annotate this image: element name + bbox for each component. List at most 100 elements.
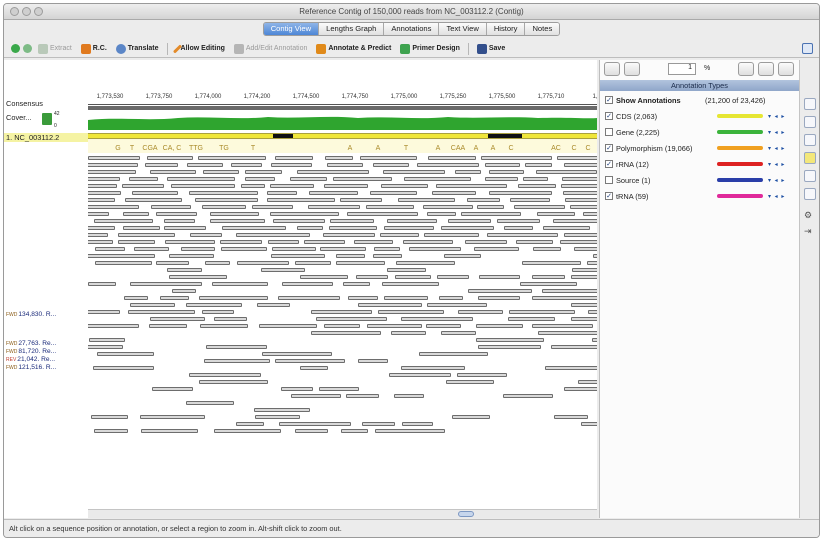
aligned-read[interactable] (485, 177, 518, 181)
aligned-read[interactable] (394, 275, 431, 279)
aligned-read[interactable] (591, 338, 597, 342)
aligned-read[interactable] (478, 275, 520, 279)
aligned-read[interactable] (270, 212, 339, 216)
aligned-read[interactable] (149, 170, 197, 174)
aligned-read[interactable] (261, 268, 305, 272)
aligned-read[interactable] (164, 240, 216, 244)
annotation-label[interactable]: TTG (189, 145, 203, 152)
annotation-nav-arrows-icon[interactable]: ▾ ◂ ▸ (768, 145, 785, 152)
aligned-read[interactable] (211, 282, 268, 286)
read-label[interactable]: FWD27,763. Re... (6, 340, 56, 347)
aligned-read[interactable] (374, 247, 400, 251)
aligned-read[interactable] (419, 352, 488, 356)
aligned-read[interactable] (187, 163, 223, 167)
aligned-read[interactable] (564, 233, 597, 237)
aligned-read[interactable] (88, 191, 121, 195)
horizontal-scrollbar[interactable] (88, 509, 597, 518)
aligned-read[interactable] (381, 282, 439, 286)
aligned-read[interactable] (236, 261, 290, 265)
allow-editing-button[interactable]: Allow Editing (172, 43, 228, 54)
aligned-read[interactable] (572, 268, 597, 272)
aligned-read[interactable] (319, 247, 367, 251)
annotation-color-swatch[interactable] (717, 130, 763, 134)
aligned-read[interactable] (455, 170, 481, 174)
aligned-read[interactable] (518, 184, 556, 188)
aligned-read[interactable] (570, 205, 597, 209)
annotation-nav-arrows-icon[interactable]: ▾ ◂ ▸ (768, 161, 785, 168)
aligned-read[interactable] (156, 212, 198, 216)
aligned-read[interactable] (130, 282, 202, 286)
aligned-read[interactable] (386, 219, 437, 223)
annotation-label[interactable]: AC (551, 145, 561, 152)
aligned-read[interactable] (532, 324, 593, 328)
forward-arrow-icon[interactable] (23, 44, 32, 53)
aligned-read[interactable] (132, 191, 179, 195)
aligned-read[interactable] (345, 394, 379, 398)
aligned-read[interactable] (330, 219, 374, 223)
settings-gear-icon[interactable]: ⚙ (804, 210, 816, 222)
aligned-read[interactable] (205, 345, 268, 349)
aligned-read[interactable] (159, 296, 190, 300)
aligned-read[interactable] (559, 240, 597, 244)
aligned-read[interactable] (464, 240, 507, 244)
aligned-read[interactable] (379, 233, 420, 237)
annotation-label[interactable]: T (130, 145, 134, 152)
aligned-read[interactable] (423, 205, 473, 209)
aligned-read[interactable] (323, 184, 369, 188)
aligned-read[interactable] (362, 422, 396, 426)
aligned-read[interactable] (522, 177, 548, 181)
aligned-read[interactable] (300, 275, 348, 279)
annotation-type-row[interactable]: ✓ tRNA (59) ▾ ◂ ▸ (605, 190, 795, 202)
aligned-read[interactable] (513, 205, 566, 209)
aligned-read[interactable] (557, 156, 597, 160)
aligned-read[interactable] (149, 317, 205, 321)
aligned-read[interactable] (311, 331, 381, 335)
annotation-label[interactable]: G (115, 145, 120, 152)
aligned-read[interactable] (341, 429, 369, 433)
aligned-read[interactable] (221, 226, 287, 230)
aligned-read[interactable] (197, 156, 266, 160)
annotation-type-row[interactable]: ✓ rRNA (12) ▾ ◂ ▸ (605, 158, 795, 170)
aligned-read[interactable] (563, 387, 597, 391)
aligned-read[interactable] (532, 247, 561, 251)
aligned-read[interactable] (570, 303, 597, 307)
aligned-read[interactable] (537, 331, 597, 335)
aligned-read[interactable] (535, 170, 597, 174)
aligned-read[interactable] (140, 415, 206, 419)
translate-button[interactable]: Translate (113, 43, 162, 54)
annotation-type-row[interactable]: Source (1) ▾ ◂ ▸ (605, 174, 795, 186)
tab-lengths-graph[interactable]: Lengths Graph (319, 23, 385, 35)
aligned-read[interactable] (236, 422, 265, 426)
aligned-read[interactable] (553, 219, 597, 223)
extract-button[interactable]: Extract (35, 43, 75, 54)
aligned-read[interactable] (427, 212, 456, 216)
aligned-read[interactable] (384, 226, 435, 230)
aligned-read[interactable] (316, 317, 387, 321)
read-label[interactable]: REV21,042. Re... (6, 356, 55, 363)
aligned-read[interactable] (148, 324, 187, 328)
aligned-read[interactable] (342, 282, 371, 286)
aligned-read[interactable] (88, 345, 123, 349)
aligned-read[interactable] (532, 275, 565, 279)
fullscreen-button[interactable] (778, 62, 794, 76)
aligned-read[interactable] (436, 184, 507, 188)
aligned-read[interactable] (457, 310, 503, 314)
annotation-color-swatch[interactable] (717, 162, 763, 166)
aligned-read[interactable] (570, 317, 597, 321)
annotation-color-swatch[interactable] (717, 146, 763, 150)
annotation-label[interactable]: A (376, 145, 381, 152)
aligned-read[interactable] (436, 275, 469, 279)
aligned-read[interactable] (123, 296, 149, 300)
annotation-color-swatch[interactable] (717, 178, 763, 182)
aligned-read[interactable] (88, 170, 136, 174)
aligned-read[interactable] (448, 219, 492, 223)
aligned-read[interactable] (441, 226, 495, 230)
aligned-read[interactable] (563, 163, 597, 167)
aligned-read[interactable] (164, 219, 195, 223)
annotation-type-checkbox[interactable]: ✓ (605, 112, 613, 120)
aligned-read[interactable] (386, 268, 427, 272)
aligned-read[interactable] (205, 261, 231, 265)
aligned-read[interactable] (574, 247, 597, 251)
aligned-read[interactable] (278, 422, 352, 426)
aligned-read[interactable] (336, 254, 365, 258)
